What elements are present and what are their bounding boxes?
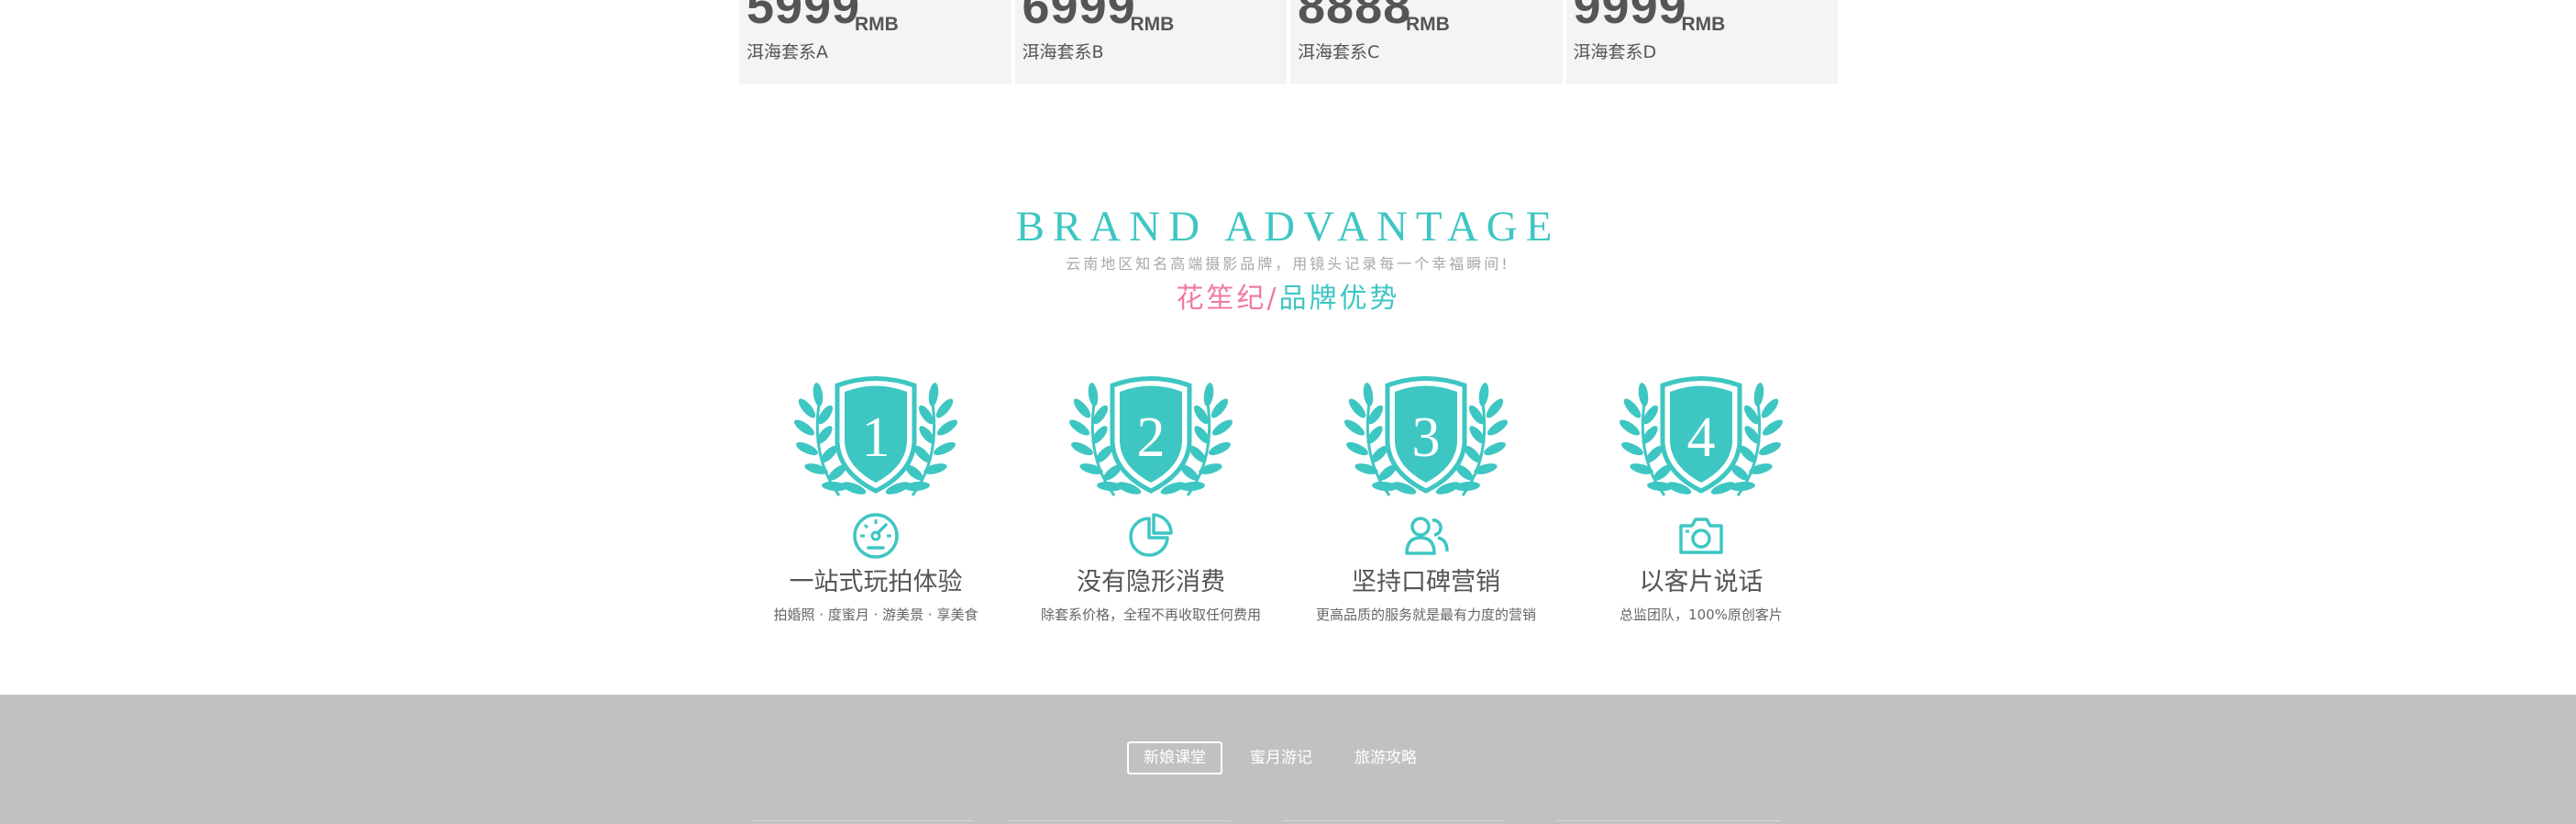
- package-price: 5999: [746, 0, 861, 34]
- divider: [1007, 820, 1231, 821]
- camera-icon: [1679, 518, 1723, 554]
- badge-number: 2: [1137, 406, 1166, 469]
- advantage-desc: 除套系价格，全程不再收取任何费用: [1040, 607, 1261, 624]
- package-price-unit: RMB: [1406, 14, 1450, 35]
- divider: [1557, 820, 1781, 821]
- package-price: 8888: [1298, 0, 1412, 34]
- advantage-title: 一站式玩拍体验: [789, 568, 963, 596]
- package-card-a[interactable]: 5999 RMB 洱海套系A: [739, 0, 1012, 84]
- advantage-title: 没有隐形消费: [1077, 568, 1225, 596]
- package-price-unit: RMB: [855, 14, 899, 35]
- badge-number: 3: [1412, 406, 1441, 469]
- brand-title-separator: /: [1266, 283, 1279, 315]
- advantage-item-3: 3 坚持口碑营销 更高品质的服务就是最有力度的营销: [1288, 353, 1564, 624]
- brand-title-en: BRAND ADVANTAGE: [1015, 203, 1561, 251]
- package-strip: 5999 RMB 洱海套系A 6999 RMB 洱海套系B 8888 RMB 洱…: [739, 0, 1838, 84]
- advantage-desc: 拍婚照 · 度蜜月 · 游美景 · 享美食: [773, 607, 978, 624]
- advantage-desc: 总监团队，100%原创客片: [1620, 607, 1783, 624]
- laurel-badge-icon: 4: [1609, 353, 1793, 509]
- brand-name: 花笙纪: [1176, 283, 1267, 315]
- package-name: 洱海套系C: [1298, 42, 1380, 62]
- package-name: 洱海套系A: [746, 42, 828, 62]
- pie-chart-icon: [1129, 513, 1173, 557]
- brand-subtitle: 云南地区知名高端摄影品牌，用镜头记录每一个幸福瞬间!: [1066, 255, 1510, 273]
- laurel-badge-icon: 3: [1334, 353, 1518, 509]
- brand-title-cn: 花笙纪/品牌优势: [0, 285, 2576, 313]
- package-price: 6999: [1022, 0, 1136, 34]
- speedometer-icon: [853, 513, 899, 559]
- badge-number: 4: [1687, 406, 1716, 469]
- advantage-desc: 更高品质的服务就是最有力度的营销: [1315, 607, 1536, 624]
- package-price: 9999: [1573, 0, 1687, 34]
- footer-section: 新娘课堂 蜜月游记 旅游攻略: [0, 695, 2576, 824]
- divider: [1282, 820, 1506, 821]
- package-name: 洱海套系B: [1022, 42, 1104, 62]
- footer-tabs: 新娘课堂 蜜月游记 旅游攻略: [1127, 741, 1444, 774]
- tab-bride-class[interactable]: 新娘课堂: [1127, 741, 1222, 774]
- badge-number: 1: [862, 406, 890, 469]
- laurel-badge-icon: 2: [1059, 353, 1243, 509]
- brand-advantage-label: 品牌优势: [1278, 283, 1400, 315]
- divider: [750, 820, 974, 821]
- package-card-c[interactable]: 8888 RMB 洱海套系C: [1287, 0, 1563, 84]
- package-card-b[interactable]: 6999 RMB 洱海套系B: [1011, 0, 1288, 84]
- package-price-unit: RMB: [1130, 14, 1175, 35]
- tab-honeymoon-journal[interactable]: 蜜月游记: [1235, 741, 1327, 774]
- package-price-unit: RMB: [1681, 14, 1726, 35]
- advantage-item-2: 2 没有隐形消费 除套系价格，全程不再收取任何费用: [1013, 353, 1288, 624]
- laurel-badge-icon: 1: [784, 353, 967, 509]
- package-card-d[interactable]: 9999 RMB 洱海套系D: [1562, 0, 1839, 84]
- advantage-title: 坚持口碑营销: [1352, 568, 1500, 596]
- package-name: 洱海套系D: [1573, 42, 1657, 62]
- tab-travel-guide[interactable]: 旅游攻略: [1340, 741, 1432, 774]
- users-icon: [1405, 517, 1449, 555]
- advantage-title: 以客片说话: [1639, 568, 1763, 596]
- advantage-item-4: 4 以客片说话 总监团队，100%原创客片: [1564, 353, 1839, 624]
- advantage-item-1: 1 一站式玩拍体验 拍婚照 · 度蜜月 · 游美景 · 享美食: [738, 353, 1013, 624]
